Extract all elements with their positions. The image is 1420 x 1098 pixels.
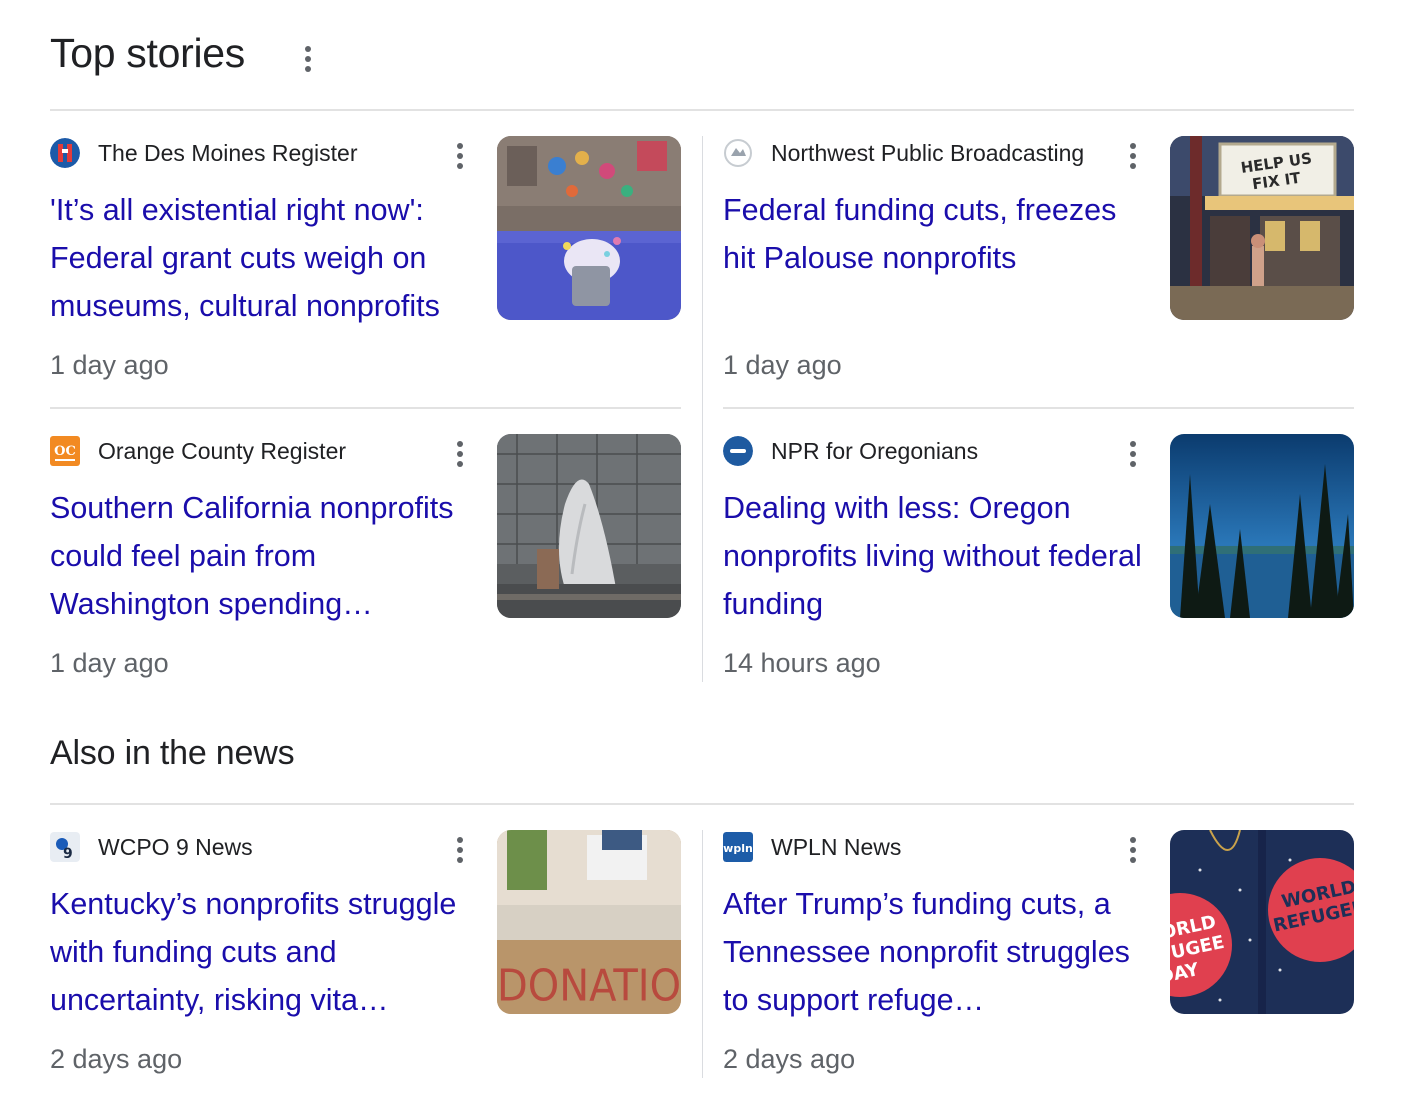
donation-box-text: DONATIO (497, 960, 681, 1011)
source-name: WCPO 9 News (98, 833, 253, 860)
story-thumbnail[interactable]: HELP US FIX IT (1170, 136, 1354, 320)
story-more-icon[interactable] (450, 834, 470, 864)
story-time: 2 days ago (723, 1044, 856, 1074)
story-thumbnail[interactable] (1170, 434, 1354, 618)
top-stories-header: Top stories (50, 30, 245, 77)
story-time: 2 days ago (50, 1044, 183, 1074)
also-in-news-title: Also in the news (50, 734, 295, 772)
top-stories-divider (50, 109, 1354, 111)
svg-text:9: 9 (63, 846, 73, 862)
source-name: NPR for Oregonians (771, 437, 979, 464)
story-source[interactable]: wpln WPLN News (723, 832, 901, 862)
story-source[interactable]: OC Orange County Register (50, 436, 346, 466)
story-headline[interactable]: Federal funding cuts, freezes hit Palous… (723, 186, 1148, 282)
source-name: The Des Moines Register (98, 139, 358, 166)
story-source[interactable]: 9 WCPO 9 News (50, 832, 253, 862)
story-headline-text: 'It’s all existential right now': Federa… (50, 193, 440, 323)
story-source[interactable]: The Des Moines Register (50, 138, 358, 168)
also-in-news-divider (50, 803, 1354, 805)
story-headline[interactable]: After Trump’s funding cuts, a Tennessee … (723, 880, 1148, 1024)
story-source[interactable]: NPR for Oregonians (723, 436, 978, 466)
source-name: Northwest Public Broadcasting (771, 139, 1085, 166)
top-stories-more-icon[interactable] (300, 45, 316, 73)
top-stories-title: Top stories (50, 30, 245, 76)
story-card[interactable]: OC Orange County Register Southern Calif… (50, 434, 682, 694)
story-thumbnail[interactable] (497, 434, 681, 618)
story-time: 1 day ago (50, 350, 169, 380)
svg-text:OC: OC (54, 444, 76, 459)
story-headline-text: Federal funding cuts, freezes hit Palous… (723, 193, 1117, 275)
story-thumbnail[interactable]: DONATIO (497, 830, 681, 1014)
story-more-icon[interactable] (450, 140, 470, 170)
source-name: Orange County Register (98, 437, 347, 464)
story-headline[interactable]: Kentucky’s nonprofits struggle with fund… (50, 880, 475, 1024)
story-more-icon[interactable] (1123, 438, 1143, 468)
story-headline[interactable]: Southern California nonprofits could fee… (50, 484, 475, 628)
story-time: 14 hours ago (723, 648, 881, 678)
opb-logo-icon (723, 436, 753, 466)
story-card[interactable]: The Des Moines Register 'It’s all existe… (50, 136, 682, 396)
story-more-icon[interactable] (1123, 834, 1143, 864)
story-card[interactable]: wpln WPLN News After Trump’s funding cut… (723, 830, 1355, 1090)
also-in-news-column-divider (702, 830, 703, 1078)
also-in-news-header: Also in the news (50, 734, 295, 773)
story-headline-text: Southern California nonprofits could fee… (50, 491, 454, 621)
story-more-icon[interactable] (1123, 140, 1143, 170)
story-more-icon[interactable] (450, 438, 470, 468)
story-time: 1 day ago (50, 648, 169, 678)
story-card[interactable]: NPR for Oregonians Dealing with less: Or… (723, 434, 1355, 694)
wpln-logo-icon: wpln (723, 832, 753, 862)
nwpb-logo-icon (723, 138, 753, 168)
top-stories-column-divider (702, 136, 703, 682)
story-card[interactable]: Northwest Public Broadcasting Federal fu… (723, 136, 1355, 396)
row-divider-right (723, 407, 1354, 409)
wcpo-logo-icon: 9 (50, 832, 80, 862)
story-thumbnail[interactable]: WORLD REFUGEE WORLD REFUGEE DAY (1170, 830, 1354, 1014)
story-thumbnail[interactable] (497, 136, 681, 320)
svg-text:wpln: wpln (723, 842, 753, 855)
story-headline-text: After Trump’s funding cuts, a Tennessee … (723, 887, 1130, 1017)
story-source[interactable]: Northwest Public Broadcasting (723, 138, 1084, 168)
story-time: 1 day ago (723, 350, 842, 380)
des-moines-register-logo-icon (50, 138, 80, 168)
story-card[interactable]: 9 WCPO 9 News Kentucky’s nonprofits stru… (50, 830, 682, 1090)
story-headline-text: Kentucky’s nonprofits struggle with fund… (50, 887, 457, 1017)
ocr-logo-icon: OC (50, 436, 80, 466)
story-headline-text: Dealing with less: Oregon nonprofits liv… (723, 491, 1142, 621)
story-headline[interactable]: 'It’s all existential right now': Federa… (50, 186, 475, 330)
row-divider-left (50, 407, 681, 409)
source-name: WPLN News (771, 833, 902, 860)
story-headline[interactable]: Dealing with less: Oregon nonprofits liv… (723, 484, 1148, 628)
